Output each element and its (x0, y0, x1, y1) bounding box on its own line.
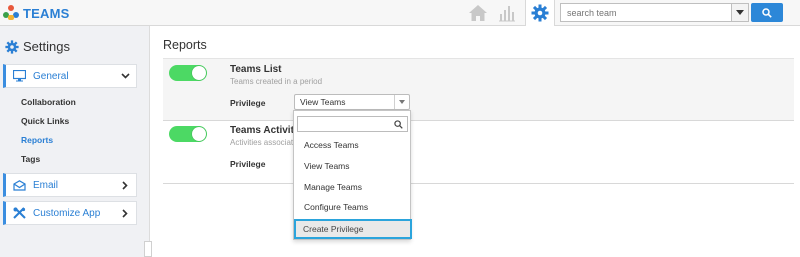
sidebar-header: Settings (5, 39, 70, 54)
privilege-select[interactable]: View Teams (294, 94, 410, 110)
monitor-icon (12, 69, 26, 83)
report-enable-toggle[interactable] (169, 126, 207, 142)
report-description: Teams created in a period (230, 77, 323, 86)
sidebar-subitem-collaboration[interactable]: Collaboration (21, 97, 76, 107)
privilege-selected-value: View Teams (300, 97, 346, 107)
search-dropdown-toggle[interactable] (731, 4, 748, 21)
app-name: TEAMS (23, 5, 70, 21)
privilege-label: Privilege (230, 98, 266, 108)
sidebar-item-customize-app[interactable]: Customize App (3, 201, 137, 225)
dropdown-option-configure-teams[interactable]: Configure Teams (304, 202, 368, 212)
sidebar: Settings General Collaboration Quick Lin… (0, 26, 150, 257)
dropdown-option-view-teams[interactable]: View Teams (304, 161, 350, 171)
report-name: Teams List (230, 64, 282, 75)
sidebar-item-label: Customize App (33, 207, 101, 219)
sidebar-subitem-reports[interactable]: Reports (21, 135, 53, 145)
create-privilege-label: Create Privilege (303, 224, 364, 234)
search-icon (394, 120, 403, 129)
report-enable-toggle[interactable] (169, 65, 207, 81)
privilege-label: Privilege (230, 159, 266, 169)
report-row: Teams Activities Activities associated P… (163, 121, 794, 184)
gear-icon (5, 39, 19, 54)
search-button[interactable] (751, 3, 783, 22)
sidebar-collapse-handle[interactable] (144, 241, 152, 257)
sidebar-title: Settings (23, 39, 70, 54)
top-bar: TEAMS (0, 0, 800, 26)
teams-logo-icon (3, 5, 19, 21)
home-icon[interactable] (468, 4, 488, 22)
search-box (560, 3, 749, 22)
caret-down-icon (736, 9, 744, 15)
dropdown-search-input[interactable] (297, 116, 408, 132)
report-description: Activities associated (230, 138, 303, 147)
sidebar-item-label: General (33, 70, 69, 82)
search-input[interactable] (561, 4, 731, 21)
report-row: Teams List Teams created in a period Pri… (163, 58, 794, 121)
envelope-icon (12, 178, 26, 192)
gear-icon (531, 4, 549, 22)
sidebar-item-email[interactable]: Email (3, 173, 137, 197)
wrench-icon (12, 206, 26, 220)
sidebar-subitem-quick-links[interactable]: Quick Links (21, 116, 69, 126)
settings-button[interactable] (525, 0, 555, 26)
sidebar-subitem-tags[interactable]: Tags (21, 154, 40, 164)
caret-down-icon (394, 95, 409, 109)
stats-icon[interactable] (498, 4, 516, 22)
search-icon (762, 7, 772, 18)
chevron-right-icon (120, 208, 130, 218)
sidebar-item-label: Email (33, 179, 59, 191)
create-privilege-button[interactable]: Create Privilege (294, 219, 412, 239)
privilege-dropdown-menu: Access Teams View Teams Manage Teams Con… (293, 110, 412, 240)
brand[interactable]: TEAMS (3, 3, 70, 23)
page-title: Reports (163, 38, 207, 52)
dropdown-option-manage-teams[interactable]: Manage Teams (304, 182, 362, 192)
chevron-right-icon (120, 180, 130, 190)
dropdown-option-access-teams[interactable]: Access Teams (304, 140, 359, 150)
chevron-down-icon (120, 71, 130, 81)
sidebar-item-general[interactable]: General (3, 64, 137, 88)
